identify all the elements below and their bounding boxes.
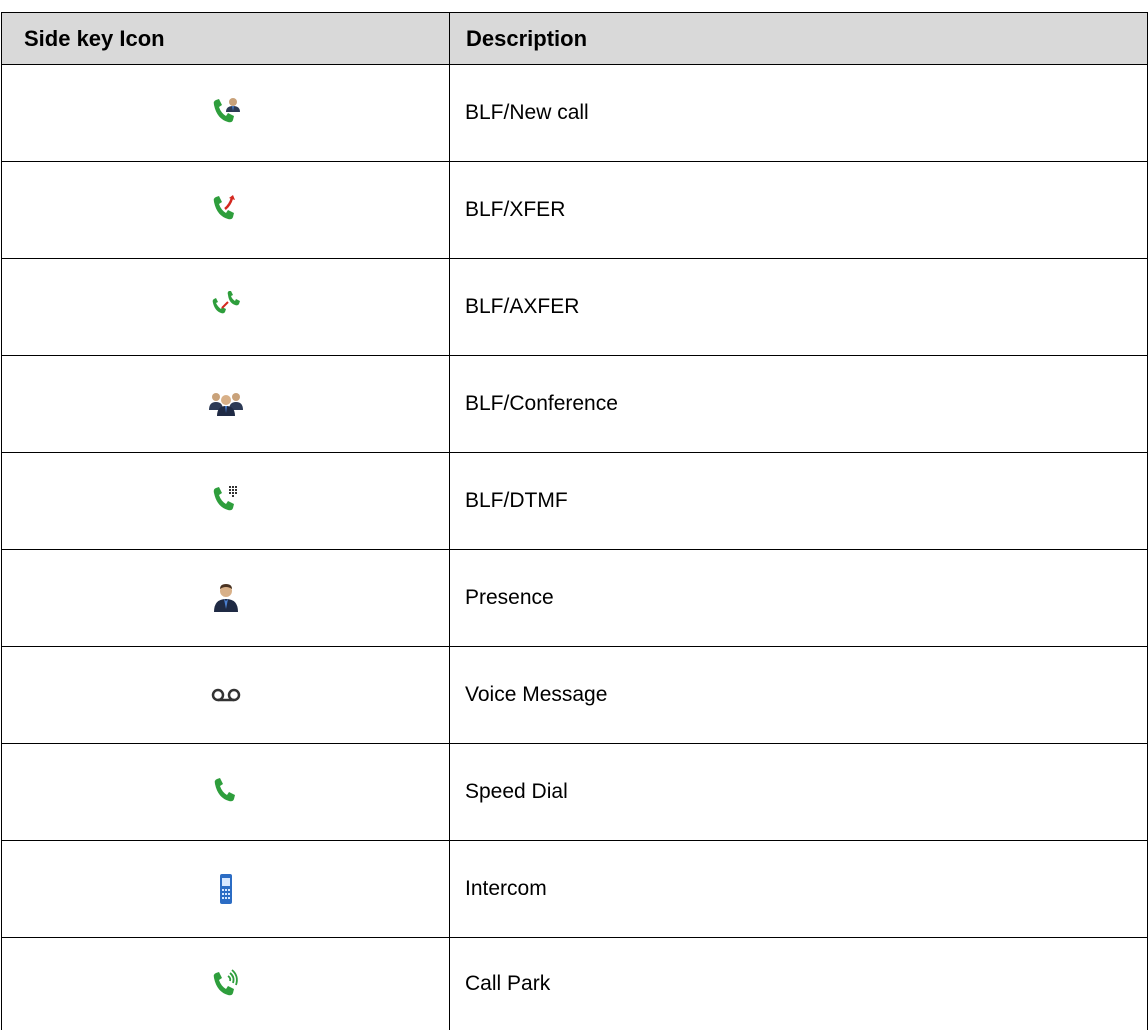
description-cell: Call Park — [465, 972, 551, 995]
table-row: BLF/DTMF — [1, 453, 1148, 550]
header-description: Description — [466, 25, 588, 51]
icon-cell — [2, 841, 450, 937]
description-cell: Speed Dial — [465, 780, 568, 803]
description-cell: Presence — [465, 586, 554, 609]
header-side-key-icon: Side key Icon — [2, 13, 450, 64]
side-key-icon-table: Side key Icon Description BLF/New call B… — [1, 12, 1148, 1030]
table-row: BLF/XFER — [1, 162, 1148, 259]
icon-cell — [2, 550, 450, 646]
person-icon — [208, 580, 244, 616]
table-row: Intercom — [1, 841, 1148, 938]
description-cell: BLF/Conference — [465, 392, 618, 415]
phone-waves-icon — [208, 966, 244, 1002]
icon-cell — [2, 647, 450, 743]
mobile-phone-icon — [208, 871, 244, 907]
description-cell: BLF/XFER — [465, 198, 566, 221]
icon-cell — [2, 65, 450, 161]
table-row: Call Park — [1, 938, 1148, 1030]
description-cell: BLF/AXFER — [465, 295, 580, 318]
table-row: BLF/New call — [1, 65, 1148, 162]
description-cell: Intercom — [465, 877, 547, 900]
phone-keypad-icon — [208, 483, 244, 519]
conference-people-icon — [208, 386, 244, 422]
icon-cell — [2, 162, 450, 258]
description-cell: BLF/DTMF — [465, 489, 568, 512]
phone-attended-transfer-icon — [208, 289, 244, 325]
description-cell: BLF/New call — [465, 101, 589, 124]
phone-icon — [208, 774, 244, 810]
table-row: Speed Dial — [1, 744, 1148, 841]
table-row: BLF/Conference — [1, 356, 1148, 453]
description-cell: Voice Message — [465, 683, 608, 706]
table-row: BLF/AXFER — [1, 259, 1148, 356]
table-header-row: Side key Icon Description — [1, 12, 1148, 65]
icon-cell — [2, 938, 450, 1030]
table-row: Voice Message — [1, 647, 1148, 744]
icon-cell — [2, 259, 450, 355]
icon-cell — [2, 744, 450, 840]
table-row: Presence — [1, 550, 1148, 647]
phone-transfer-arrow-icon — [208, 192, 244, 228]
icon-cell — [2, 356, 450, 452]
icon-cell — [2, 453, 450, 549]
phone-person-icon — [208, 95, 244, 131]
voicemail-icon — [208, 677, 244, 713]
